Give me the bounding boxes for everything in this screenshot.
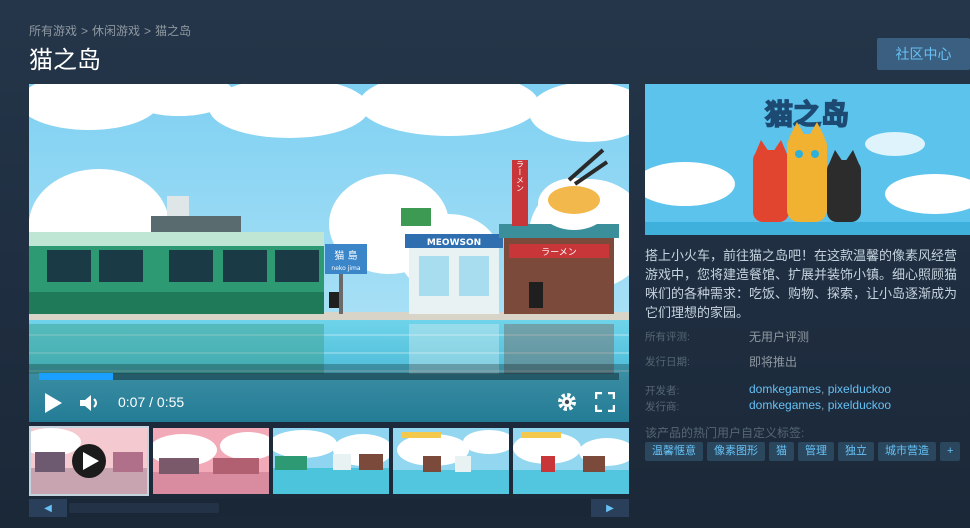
thumbnail-screenshot[interactable] — [513, 428, 629, 494]
breadcrumb-separator: > — [144, 24, 152, 38]
ramen-sign-text: ラーメン — [541, 247, 577, 258]
release-date-label: 发行日期: — [645, 356, 690, 368]
breadcrumb-all-games[interactable]: 所有游戏 — [29, 24, 77, 38]
publisher-label: 发行商: — [645, 401, 680, 413]
breadcrumb: 所有游戏 > 休闲游戏 > 猫之岛 — [29, 22, 191, 39]
tag-management[interactable]: 管理 — [798, 442, 834, 461]
thumbnail-screenshot[interactable] — [153, 428, 269, 494]
publisher-link[interactable]: pixelduckoo — [828, 398, 891, 412]
tag-cats[interactable]: 猫 — [769, 442, 794, 461]
fullscreen-icon[interactable] — [594, 391, 616, 417]
station-sign-subtext: neko jima — [331, 265, 361, 272]
video-frame: 猫 島 neko jima MEOWSON ラーメン ラーメン — [29, 84, 629, 422]
scrollbar-handle[interactable] — [69, 503, 219, 513]
thumbnail-video[interactable] — [29, 426, 149, 496]
breadcrumb-separator: > — [81, 24, 89, 38]
video-time-separator: / — [145, 394, 157, 410]
video-progress-fill — [39, 373, 113, 380]
chevron-left-icon[interactable]: ◀ — [29, 499, 67, 517]
volume-icon[interactable] — [79, 393, 103, 418]
video-current-time: 0:07 — [118, 394, 146, 410]
station-sign-text: 猫 島 — [334, 249, 357, 262]
tag-indie[interactable]: 独立 — [838, 442, 874, 461]
reviews-label: 所有评测: — [645, 331, 690, 343]
tag-pixel-graphics[interactable]: 像素图形 — [707, 442, 765, 461]
video-progress-bar[interactable] — [39, 373, 619, 380]
gear-icon[interactable] — [556, 391, 578, 418]
developer-link[interactable]: pixelduckoo — [828, 382, 891, 396]
community-hub-button[interactable]: 社区中心 — [877, 38, 970, 70]
capsule-title: 猫之岛 — [765, 98, 849, 131]
shop-sign-text: MEOWSON — [427, 238, 481, 248]
chevron-right-icon[interactable]: ▶ — [591, 499, 629, 517]
thumbnail-screenshot[interactable] — [393, 428, 509, 494]
media-thumbnails — [29, 426, 629, 496]
thumbnail-scrollbar[interactable]: ◀ ▶ — [29, 499, 629, 517]
release-date-value: 即将推出 — [749, 355, 798, 369]
video-controls: 0:07 / 0:55 — [29, 384, 629, 422]
page-title: 猫之岛 — [29, 47, 101, 74]
video-total-time: 0:55 — [156, 394, 185, 410]
popular-tags-title: 该产品的热门用户自定义标签: — [645, 426, 805, 440]
publisher-link[interactable]: domkegames — [749, 398, 821, 412]
video-player[interactable]: 猫 島 neko jima MEOWSON ラーメン ラーメン 0:07 / 0… — [29, 84, 629, 422]
play-icon[interactable] — [43, 392, 63, 419]
tag-list: 温馨惬意 像素图形 猫 管理 独立 城市营造 + — [645, 442, 961, 461]
breadcrumb-casual[interactable]: 休闲游戏 — [92, 24, 140, 38]
header-capsule-image: 猫之岛 — [645, 84, 970, 235]
reviews-value[interactable]: 无用户评测 — [749, 328, 809, 345]
developer-label: 开发者: — [645, 385, 680, 397]
publisher-list: domkegames, pixelduckoo — [749, 398, 892, 412]
video-time: 0:07 / 0:55 — [118, 394, 184, 410]
tag-more-button[interactable]: + — [940, 442, 961, 461]
ramen-vertical-sign: ラーメン — [516, 160, 525, 192]
breadcrumb-current[interactable]: 猫之岛 — [155, 24, 191, 38]
developer-list: domkegames, pixelduckoo — [749, 382, 892, 396]
tag-cozy[interactable]: 温馨惬意 — [645, 442, 703, 461]
thumbnail-screenshot[interactable] — [273, 428, 389, 494]
developer-link[interactable]: domkegames — [749, 382, 821, 396]
game-description: 搭上小火车，前往猫之岛吧！在这款温馨的像素风经营游戏中，您将建造餐馆、扩展并装饰… — [645, 248, 958, 320]
tag-city-builder[interactable]: 城市营造 — [878, 442, 936, 461]
